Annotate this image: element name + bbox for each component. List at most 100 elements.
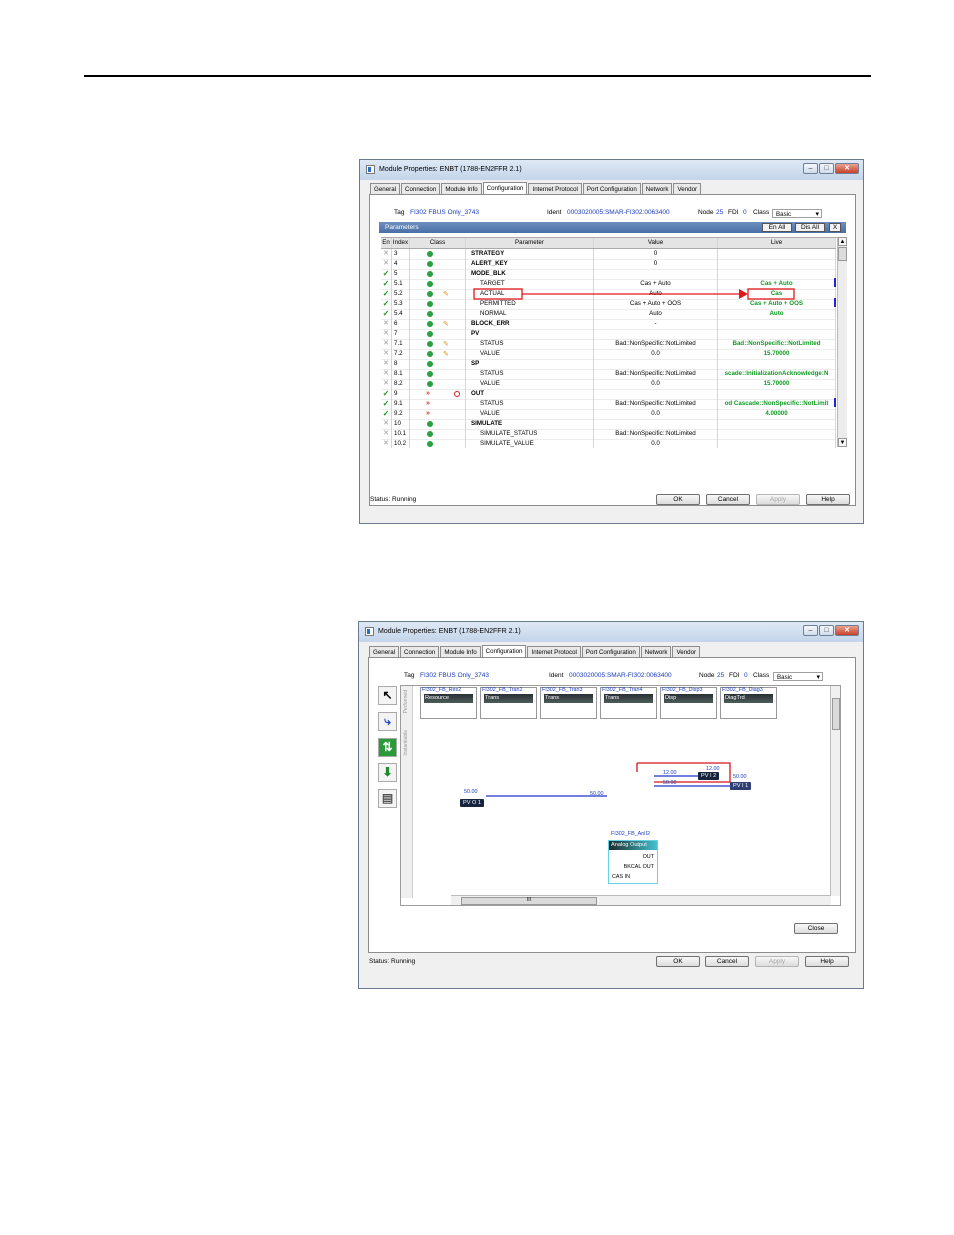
tab-port-configuration[interactable]: Port Configuration (581, 646, 640, 657)
tab-module-info[interactable]: Module Info (440, 646, 481, 657)
row-value[interactable] (594, 359, 718, 369)
disabled-x-icon[interactable]: ✕ (381, 369, 392, 379)
disabled-x-icon[interactable]: ✕ (381, 249, 392, 259)
tab-configuration[interactable]: Configuration (482, 182, 528, 194)
tab-connection[interactable]: Connection (401, 183, 441, 194)
row-value[interactable]: 0.0 (594, 409, 718, 419)
pin-out[interactable]: OUT (643, 854, 654, 860)
parameters-close-button[interactable]: X (829, 223, 841, 232)
swap-tool-icon[interactable]: ⇅ (378, 738, 397, 757)
row-value[interactable]: Bad::NonSpecific::NotLimited (594, 339, 718, 349)
row-value[interactable]: 0 (594, 249, 718, 259)
column-header-en[interactable]: En (381, 238, 392, 248)
row-value[interactable] (594, 269, 718, 279)
column-header-class[interactable]: Class (410, 238, 466, 248)
row-value[interactable]: Bad::NonSpecific::NotLimited (594, 399, 718, 409)
disabled-x-icon[interactable]: ✕ (381, 359, 392, 369)
tab-general[interactable]: General (369, 646, 400, 657)
table-scrollbar[interactable]: ▲ ▼ (837, 237, 847, 447)
row-value[interactable]: - (594, 319, 718, 329)
apply-button[interactable]: Apply (755, 956, 799, 967)
apply-button[interactable]: Apply (756, 494, 800, 505)
enabled-check-icon[interactable]: ✓ (381, 269, 392, 279)
ok-button[interactable]: OK (656, 956, 700, 967)
canvas-vscroll-thumb[interactable] (832, 698, 840, 730)
class-select[interactable]: Basic (772, 209, 822, 219)
help-button[interactable]: Help (806, 494, 850, 505)
row-value[interactable]: Bad::NonSpecific::NotLimited (594, 369, 718, 379)
link-tool-icon[interactable]: ⤷ (378, 712, 397, 731)
row-value[interactable]: 0 (594, 259, 718, 269)
scroll-thumb[interactable] (838, 247, 847, 261)
maximize-icon[interactable]: □ (819, 625, 834, 636)
close-button[interactable]: Close (794, 923, 838, 934)
class-select[interactable]: Basic (773, 672, 823, 682)
canvas-hscroll[interactable]: III (451, 895, 831, 905)
disable-all-button[interactable]: Dis All (795, 223, 825, 232)
tab-vendor[interactable]: Vendor (672, 646, 701, 657)
tab-network[interactable]: Network (641, 183, 673, 194)
tab-internet-protocol[interactable]: Internet Protocol (528, 183, 582, 194)
tag-pvo1[interactable]: PV O 1 (460, 799, 485, 807)
minimize-icon[interactable]: – (803, 163, 818, 174)
enabled-check-icon[interactable]: ✓ (381, 389, 392, 399)
row-value[interactable]: 0.0 (594, 349, 718, 359)
close-icon[interactable]: ✕ (835, 163, 859, 174)
maximize-icon[interactable]: □ (819, 163, 834, 174)
disabled-x-icon[interactable]: ✕ (381, 339, 392, 349)
row-value[interactable]: 0.0 (594, 379, 718, 389)
enabled-check-icon[interactable]: ✓ (381, 399, 392, 409)
disabled-x-icon[interactable]: ✕ (381, 419, 392, 429)
tab-port-configuration[interactable]: Port Configuration (582, 183, 641, 194)
disabled-x-icon[interactable]: ✕ (381, 439, 392, 448)
disabled-x-icon[interactable]: ✕ (381, 319, 392, 329)
row-value[interactable]: Cas + Auto (594, 279, 718, 289)
row-value[interactable]: Auto (594, 309, 718, 319)
tab-configuration[interactable]: Configuration (481, 645, 527, 657)
function-block-canvas[interactable]: Performed Instantiable FI302_FB_Res2 Reso… (400, 685, 841, 906)
column-header-index[interactable]: Index (392, 238, 410, 248)
scroll-up-icon[interactable]: ▲ (838, 237, 847, 246)
tab-vendor[interactable]: Vendor (673, 183, 702, 194)
print-tool-icon[interactable]: ▤ (378, 789, 397, 808)
pin-cas-in[interactable]: CAS IN (612, 874, 630, 880)
column-header-live[interactable]: Live (718, 238, 836, 248)
help-button[interactable]: Help (805, 956, 849, 967)
tab-internet-protocol[interactable]: Internet Protocol (527, 646, 581, 657)
cancel-button[interactable]: Cancel (706, 494, 750, 505)
enabled-check-icon[interactable]: ✓ (381, 409, 392, 419)
row-value[interactable] (594, 389, 718, 399)
row-value[interactable]: Auto (594, 289, 718, 299)
analog-output-block[interactable]: FI302_FB_AnlI2 Analog Output OUT BKCAL O… (608, 831, 658, 884)
disabled-x-icon[interactable]: ✕ (381, 329, 392, 339)
row-value[interactable]: Cas + Auto + OOS (594, 299, 718, 309)
enabled-check-icon[interactable]: ✓ (381, 309, 392, 319)
canvas-hscroll-thumb[interactable]: III (461, 897, 597, 905)
pointer-tool-icon[interactable]: ↖ (378, 686, 397, 705)
enabled-check-icon[interactable]: ✓ (381, 299, 392, 309)
disabled-x-icon[interactable]: ✕ (381, 379, 392, 389)
row-value[interactable] (594, 419, 718, 429)
tag-pvi1[interactable]: PV I 1 (730, 782, 752, 790)
disabled-x-icon[interactable]: ✕ (381, 429, 392, 439)
canvas-vscroll[interactable] (830, 686, 840, 896)
enable-all-button[interactable]: En All (762, 223, 792, 232)
tab-module-info[interactable]: Module Info (441, 183, 482, 194)
close-icon[interactable]: ✕ (835, 625, 859, 636)
row-value[interactable] (594, 329, 718, 339)
disabled-x-icon[interactable]: ✕ (381, 349, 392, 359)
row-value[interactable]: 0.0 (594, 439, 718, 448)
tab-general[interactable]: General (370, 183, 401, 194)
tag-pvi2[interactable]: PV I 2 (698, 772, 720, 780)
disabled-x-icon[interactable]: ✕ (381, 259, 392, 269)
row-value[interactable]: Bad::NonSpecific::NotLimited (594, 429, 718, 439)
scroll-down-icon[interactable]: ▼ (838, 438, 847, 447)
column-header-value[interactable]: Value (594, 238, 718, 248)
enabled-check-icon[interactable]: ✓ (381, 279, 392, 289)
download-tool-icon[interactable]: ⬇ (378, 763, 397, 782)
tab-connection[interactable]: Connection (400, 646, 440, 657)
pin-bkcal-out[interactable]: BKCAL OUT (624, 864, 654, 870)
ok-button[interactable]: OK (656, 494, 700, 505)
column-header-parameter[interactable]: Parameter (466, 238, 594, 248)
table-row[interactable]: ✕ 10.2 SIMULATE_VALUE 0.0 (381, 439, 836, 448)
